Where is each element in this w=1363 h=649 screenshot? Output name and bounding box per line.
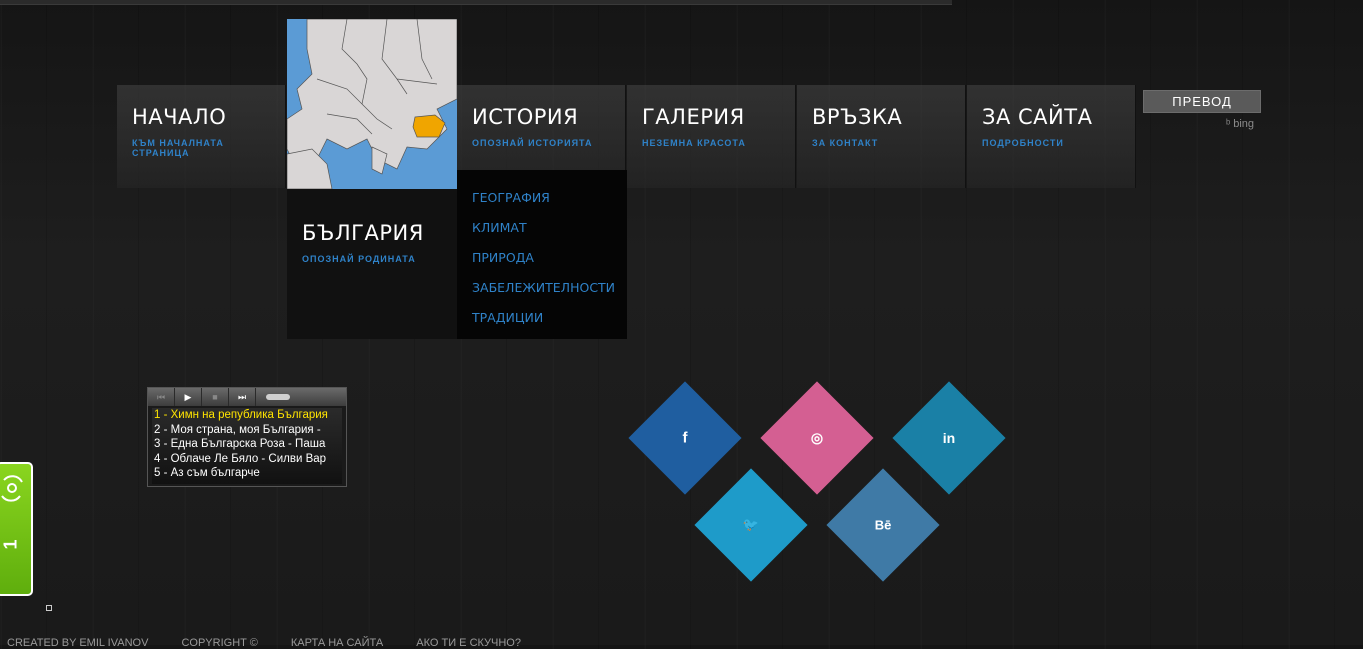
linkedin-icon: in — [942, 430, 956, 446]
nav-gallery-sub: НЕЗЕМНА КРАСОТА — [642, 138, 746, 148]
playlist-item[interactable]: 1 - Химн на република България — [152, 408, 342, 423]
twitter-icon: 🐦 — [742, 517, 760, 532]
submenu-nature[interactable]: ПРИРОДА — [472, 250, 612, 280]
playlist-item[interactable]: 5 - Аз съм българче — [152, 466, 342, 481]
bing-logo: ᵇ bing — [1226, 118, 1254, 130]
behance-icon: Bē — [874, 517, 892, 533]
nav-contact[interactable]: ВРЪЗКА ЗА КОНТАКТ — [797, 85, 966, 188]
stop-icon[interactable]: ■ — [202, 388, 229, 406]
translate-button[interactable]: ПРЕВОД — [1143, 90, 1261, 113]
history-submenu: ГЕОГРАФИЯ КЛИМАТ ПРИРОДА ЗАБЕЛЕЖИТЕЛНОСТ… — [457, 170, 627, 339]
nav-about-title: ЗА САЙТА — [982, 105, 1093, 129]
nav-bulgaria-title: БЪЛГАРИЯ — [302, 221, 424, 245]
nav-history-title: ИСТОРИЯ — [472, 105, 579, 129]
nav-bulgaria-sub: ОПОЗНАЙ РОДИНАТА — [302, 254, 416, 264]
facebook-icon: f — [682, 429, 688, 447]
prev-icon[interactable]: ⏮ — [148, 388, 175, 406]
small-square — [46, 605, 52, 611]
nav-history-sub: ОПОЗНАЙ ИСТОРИЯТА — [472, 138, 593, 148]
bing-label: bing — [1233, 118, 1255, 130]
nav-about-sub: ПОДРОБНОСТИ — [982, 138, 1064, 148]
signal-icon — [1, 475, 23, 502]
nav-home[interactable]: НАЧАЛО КЪМ НАЧАЛНАТА СТРАНИЦА — [117, 85, 286, 188]
submenu-landmarks[interactable]: ЗАБЕЛЕЖИТЕЛНОСТИ — [472, 280, 615, 310]
playlist-item[interactable]: 2 - Моя страна, моя България - — [152, 423, 342, 438]
dribbble-icon: ◎ — [810, 429, 824, 446]
seek-slider[interactable] — [266, 394, 290, 400]
side-widget[interactable]: 1 — [0, 462, 33, 596]
playlist-item[interactable]: 3 - Една Българска Роза - Паша — [152, 437, 342, 452]
nav-home-title: НАЧАЛО — [132, 105, 227, 129]
next-icon[interactable]: ⏭ — [229, 388, 256, 406]
music-player: ⏮ ▶ ■ ⏭ 1 - Химн на република България 2… — [147, 387, 347, 487]
play-icon[interactable]: ▶ — [175, 388, 202, 406]
nav-about[interactable]: ЗА САЙТА ПОДРОБНОСТИ — [967, 85, 1136, 188]
europe-map-image[interactable] — [287, 19, 457, 189]
nav-contact-title: ВРЪЗКА — [812, 105, 903, 129]
footer-created-by[interactable]: CREATED BY EMIL IVANOV — [7, 637, 148, 649]
footer-copyright[interactable]: COPYRIGHT © — [181, 637, 257, 649]
playlist: 1 - Химн на република България 2 - Моя с… — [152, 408, 342, 484]
submenu-traditions[interactable]: ТРАДИЦИИ — [472, 310, 612, 340]
nav-bulgaria[interactable]: БЪЛГАРИЯ ОПОЗНАЙ РОДИНАТА — [287, 189, 457, 339]
player-controls: ⏮ ▶ ■ ⏭ — [148, 388, 346, 406]
submenu-climate[interactable]: КЛИМАТ — [472, 220, 612, 250]
top-line — [0, 0, 952, 5]
widget-label: 1 — [0, 539, 21, 550]
submenu-geography[interactable]: ГЕОГРАФИЯ — [472, 190, 612, 220]
nav-gallery[interactable]: ГАЛЕРИЯ НЕЗЕМНА КРАСОТА — [627, 85, 796, 188]
playlist-item[interactable]: 4 - Облаче Ле Бяло - Силви Вар — [152, 452, 342, 467]
footer: CREATED BY EMIL IVANOV COPYRIGHT © КАРТА… — [7, 637, 551, 649]
nav-home-sub: КЪМ НАЧАЛНАТА СТРАНИЦА — [132, 138, 224, 158]
footer-bored[interactable]: АКО ТИ Е СКУЧНО? — [416, 637, 521, 649]
nav-gallery-title: ГАЛЕРИЯ — [642, 105, 745, 129]
nav-contact-sub: ЗА КОНТАКТ — [812, 138, 879, 148]
footer-sitemap[interactable]: КАРТА НА САЙТА — [291, 637, 383, 649]
